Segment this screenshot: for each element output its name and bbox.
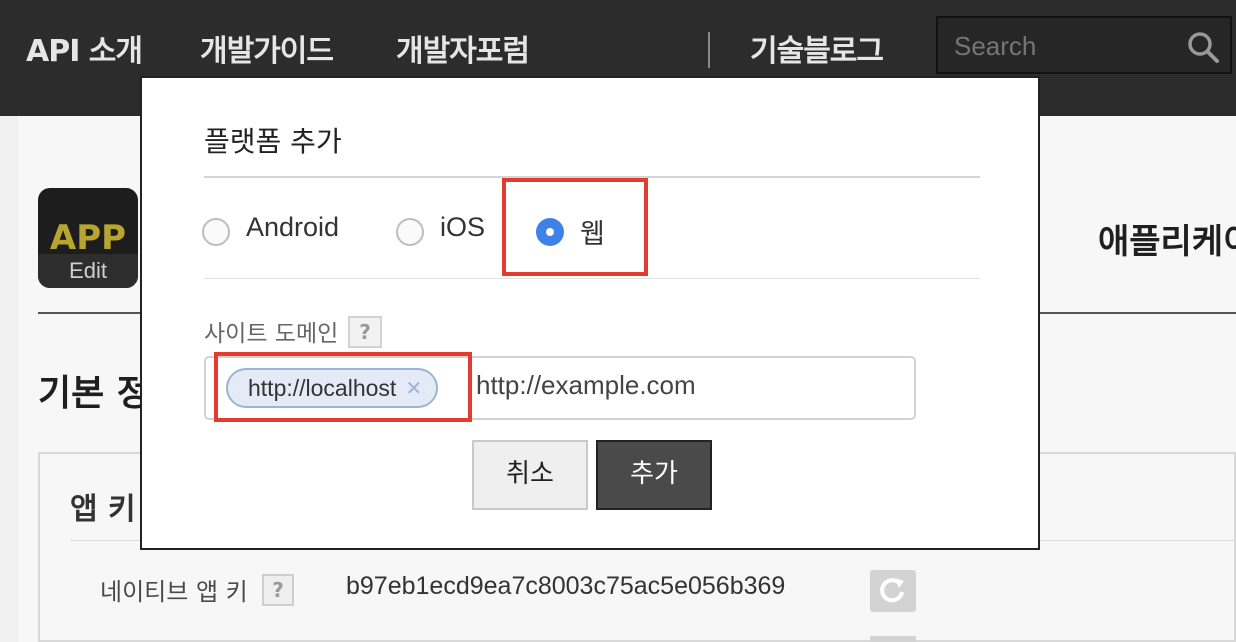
highlight-box-web — [502, 178, 648, 276]
add-platform-dialog: 플랫폼 추가 Android iOS 웹 사이트 도메인 ? http://lo… — [140, 76, 1040, 550]
search-input[interactable] — [954, 28, 1174, 64]
native-key-value: b97eb1ecd9ea7c8003c75ac5e056b369 — [346, 572, 786, 600]
nav-item-dev-forum[interactable]: 개발자포럼 — [396, 26, 530, 70]
highlight-box-tag — [214, 352, 472, 422]
radio-circle[interactable] — [202, 218, 230, 246]
search-icon[interactable] — [1186, 30, 1220, 64]
app-keys-title: 앱 키 — [70, 492, 136, 527]
nav-divider — [708, 32, 710, 68]
app-icon[interactable]: APP Edit — [38, 188, 138, 288]
add-button[interactable]: 추가 — [596, 440, 712, 510]
refresh-key-button-2[interactable] — [870, 636, 916, 642]
nav-search-box — [936, 16, 1232, 74]
radio-label: iOS — [440, 212, 486, 242]
app-icon-edit-label[interactable]: Edit — [38, 254, 138, 288]
help-icon[interactable]: ? — [348, 316, 382, 348]
radio-circle[interactable] — [396, 218, 424, 246]
nav-item-dev-guide[interactable]: 개발가이드 — [200, 26, 334, 70]
dialog-title: 플랫폼 추가 — [204, 125, 342, 158]
site-domain-label: 사이트 도메인 — [204, 321, 339, 347]
nav-item-api-intro[interactable]: API 소개 — [26, 26, 143, 70]
cancel-button[interactable]: 취소 — [472, 440, 588, 510]
native-key-label: 네이티브 앱 키 — [100, 578, 248, 606]
refresh-icon — [880, 578, 904, 603]
radio-label: Android — [246, 212, 340, 242]
dialog-divider — [204, 278, 980, 279]
section-title: 기본 정 — [38, 373, 150, 414]
app-title: 애플리케이 — [1098, 222, 1236, 262]
app-icon-text: APP — [49, 218, 127, 258]
domain-input-placeholder[interactable]: http://example.com — [476, 370, 696, 401]
refresh-key-button[interactable] — [870, 570, 916, 612]
nav-item-tech-blog[interactable]: 기술블로그 — [750, 26, 884, 70]
help-icon[interactable]: ? — [262, 574, 294, 606]
